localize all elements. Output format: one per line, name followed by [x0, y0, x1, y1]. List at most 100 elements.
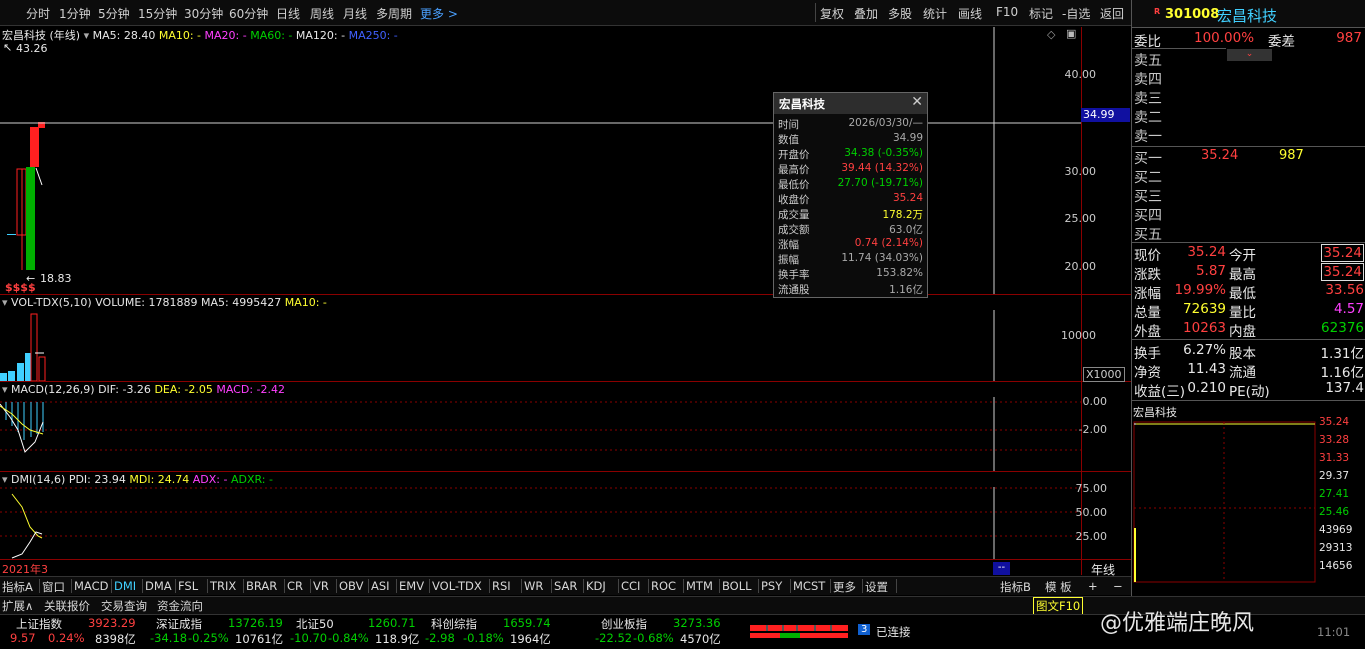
indicator-tab[interactable]: CCI — [621, 579, 640, 593]
stats-button[interactable]: 统计 — [923, 5, 947, 22]
f10-text-tab[interactable]: 图文F10 — [1033, 597, 1084, 615]
index-pct: -0.25% — [188, 631, 229, 645]
capital-flow-tab[interactable]: 资金流向 — [157, 598, 203, 614]
trade-query-tab[interactable]: 交易查询 — [101, 598, 147, 614]
tab-divider — [111, 579, 112, 593]
indicator-tab[interactable]: 更多 — [833, 579, 856, 595]
indicator-tab[interactable]: BRAR — [246, 579, 277, 593]
chart-area[interactable]: 宏昌科技 (年线) ▾ MA5: 28.40 MA10: - MA20: - M… — [0, 27, 1131, 577]
popup-row: 数值 34.99 — [774, 132, 927, 147]
indicator-tab[interactable]: MCST — [793, 579, 825, 593]
index-statusbar: 上证指数 3923.29 9.57 0.24% 8398亿 深证成指 13726.19 -34… — [0, 611, 1365, 649]
tab-divider — [896, 579, 897, 593]
macd-svg — [0, 397, 1081, 471]
indicator-tab[interactable]: DMA — [145, 579, 172, 593]
close-icon[interactable]: ✕ — [911, 94, 923, 110]
indicator-tab[interactable]: CR — [287, 579, 303, 593]
multi-stock-button[interactable]: 多股 — [888, 5, 912, 22]
popup-row-key: 换手率 — [778, 269, 810, 281]
weibi-label: 委比 — [1134, 34, 1161, 50]
popup-row: 收盘价 35.24 — [774, 192, 927, 207]
draw-line-button[interactable]: 画线 — [958, 5, 982, 22]
expand-tab[interactable]: 扩展∧ — [2, 598, 33, 614]
stat-value: 35.24 — [1321, 244, 1364, 262]
f10-button[interactable]: F10 — [996, 5, 1018, 19]
stat-label: 流通 — [1229, 365, 1256, 381]
indicator-tab[interactable]: SAR — [554, 579, 577, 593]
index-name: 科创综指 — [431, 617, 477, 631]
indicator-tab[interactable]: FSL — [178, 579, 198, 593]
related-quotes-tab[interactable]: 关联报价 — [44, 598, 90, 614]
collapse-arrow-icon[interactable]: ⌄ — [1227, 49, 1272, 61]
tab-divider — [310, 579, 311, 593]
indicator-right-tab[interactable]: 模 板 — [1045, 579, 1072, 595]
indicator-tab[interactable]: WR — [524, 579, 543, 593]
indicator-right-tab[interactable]: + — [1088, 579, 1098, 593]
index-pct: -0.84% — [328, 631, 369, 645]
quote-stat-row: 外盘 10263 内盘 62376 — [1132, 320, 1365, 340]
index-change: -22.52 — [595, 631, 633, 645]
indicator-tab[interactable]: MACD — [74, 579, 108, 593]
indicator-tab[interactable]: OBV — [339, 579, 363, 593]
indicator-tab[interactable]: BOLL — [722, 579, 752, 593]
quote-stat-row: 涨幅 19.99% 最低 33.56 — [1132, 282, 1365, 302]
popup-row: 振幅 11.74 (34.03%) — [774, 252, 927, 267]
macd-y-tick: 0.00 — [1082, 395, 1108, 408]
period-tab-5min[interactable]: 5分钟 — [98, 5, 130, 22]
mark-button[interactable]: 标记 — [1029, 5, 1053, 22]
panel-divider — [0, 559, 1131, 560]
period-tab-more[interactable]: 更多 > — [420, 5, 458, 22]
indicator-tab[interactable]: TRIX — [210, 579, 236, 593]
indicator-tab[interactable]: MTM — [686, 579, 713, 593]
indicator-tab[interactable]: PSY — [761, 579, 782, 593]
indicator-right-tab[interactable]: − — [1113, 579, 1123, 593]
period-tab-multi[interactable]: 多周期 — [376, 5, 412, 22]
period-tab-15min[interactable]: 15分钟 — [138, 5, 177, 22]
vol-bar — [8, 371, 15, 381]
y-tick: 30.00 — [1064, 165, 1097, 178]
indicator-tab[interactable]: ASI — [371, 579, 390, 593]
weicha-value: 987 — [1336, 30, 1362, 46]
indicator-tab[interactable]: ROC — [651, 579, 676, 593]
index-pct: -0.68% — [633, 631, 674, 645]
sell3-label: 卖三 — [1134, 91, 1162, 107]
weicha-label: 委差 — [1268, 34, 1295, 50]
fuquan-button[interactable]: 复权 — [820, 5, 844, 22]
quote-stat-row: 收益(三) 0.210 PE(动) 137.4 — [1132, 380, 1365, 400]
indicator-tab[interactable]: 窗口 — [42, 579, 65, 595]
period-tab-day[interactable]: 日线 — [276, 5, 300, 22]
indicator-tab[interactable]: VOL-TDX — [432, 579, 482, 593]
r-badge: R — [1154, 7, 1161, 16]
period-tab-30min[interactable]: 30分钟 — [184, 5, 223, 22]
back-button[interactable]: 返回 — [1100, 5, 1124, 22]
mini-vol-tick: 43969 — [1319, 524, 1353, 536]
overlay-button[interactable]: 叠加 — [854, 5, 878, 22]
period-tab-fenshi[interactable]: 分时 — [26, 5, 50, 22]
stat-value: 0.210 — [1187, 380, 1226, 396]
indicator-tab[interactable]: RSI — [492, 579, 511, 593]
indicator-tab[interactable]: 指标A — [2, 579, 33, 595]
period-tab-1min[interactable]: 1分钟 — [59, 5, 91, 22]
index-price: 1659.74 — [503, 616, 551, 630]
stock-name: 宏昌科技 — [1217, 7, 1278, 25]
period-tab-60min[interactable]: 60分钟 — [229, 5, 268, 22]
indicator-right-tab[interactable]: 指标B — [1000, 579, 1031, 595]
indicator-tab[interactable]: DMI — [114, 579, 136, 593]
buy1-row: 买一 35.24 987 — [1134, 148, 1304, 168]
vol-bar — [17, 363, 24, 381]
period-tab-week[interactable]: 周线 — [310, 5, 334, 22]
period-tab-month[interactable]: 月线 — [343, 5, 367, 22]
popup-row-value: 178.2万 — [882, 209, 923, 221]
quote-header: R 301008 宏昌科技 — [1132, 0, 1365, 27]
indicator-tab[interactable]: EMV — [399, 579, 424, 593]
indicator-tab[interactable]: 设置 — [865, 579, 888, 595]
indicator-tab[interactable]: KDJ — [586, 579, 606, 593]
mini-vol-tick: 14656 — [1319, 560, 1353, 572]
quote-stat-row: 涨跌 5.87 最高 35.24 — [1132, 263, 1365, 283]
tab-divider — [368, 579, 369, 593]
stat-label: 最高 — [1229, 267, 1256, 283]
index-price: 3923.29 — [88, 616, 136, 630]
indicator-tab[interactable]: VR — [313, 579, 329, 593]
index-amount: 1964亿 — [510, 632, 551, 646]
watchlist-button[interactable]: -自选 — [1062, 5, 1090, 22]
